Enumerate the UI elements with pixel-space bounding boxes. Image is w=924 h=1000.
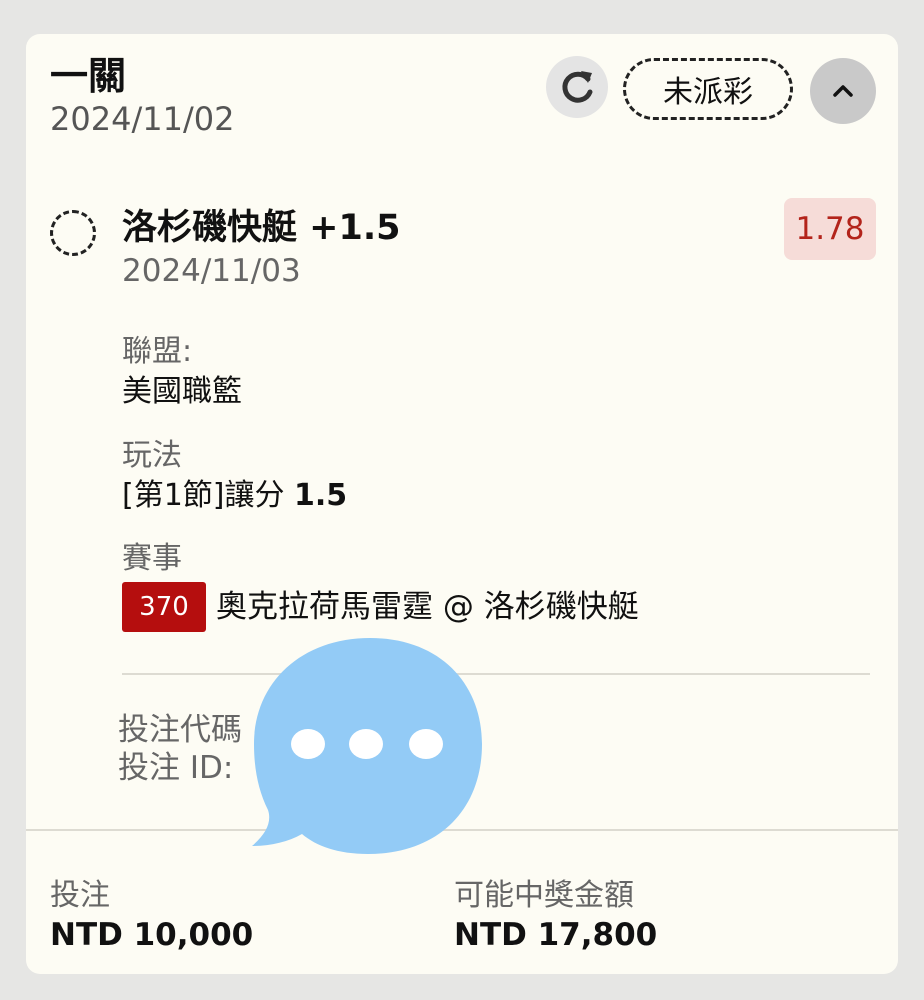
potential-payout-value: NTD 17,800: [454, 917, 658, 953]
bet-type-market: [第1節]讓分: [122, 478, 295, 513]
odds-badge: 1.78: [784, 198, 876, 260]
selection-status-icon: [50, 210, 96, 256]
bet-id-label: 投注 ID:: [118, 750, 234, 786]
selection-date: 2024/11/03: [122, 253, 301, 289]
bet-type-value: [第1節]讓分 1.5: [122, 476, 347, 516]
stake-value: NTD 10,000: [50, 917, 254, 953]
bet-type-title: 一關: [50, 54, 127, 98]
bet-type-label: 玩法: [122, 438, 182, 473]
dot-icon: [291, 729, 325, 759]
bet-type-line: 1.5: [294, 478, 348, 513]
chat-bubble-icon[interactable]: [250, 634, 490, 858]
potential-payout-label: 可能中獎金額: [454, 878, 634, 913]
divider: [122, 673, 870, 675]
stake-label: 投注: [50, 878, 110, 913]
league-label: 聯盟:: [122, 334, 193, 369]
event-name: 奧克拉荷馬雷霆 @ 洛杉磯快艇: [216, 589, 639, 625]
chevron-up-icon: [833, 85, 853, 97]
refresh-icon: [562, 71, 593, 103]
refresh-button[interactable]: [546, 56, 608, 118]
settlement-status-badge: 未派彩: [623, 58, 793, 120]
event-number-badge: 370: [122, 582, 206, 632]
dot-icon: [349, 729, 383, 759]
league-value: 美國職籃: [122, 374, 242, 409]
dot-icon: [409, 729, 443, 759]
bet-date: 2024/11/02: [50, 100, 235, 138]
bet-code-label: 投注代碼: [118, 712, 242, 748]
selection-title: 洛杉磯快艇 +1.5: [122, 208, 401, 248]
event-label: 賽事: [122, 541, 182, 576]
collapse-button[interactable]: [810, 58, 876, 124]
